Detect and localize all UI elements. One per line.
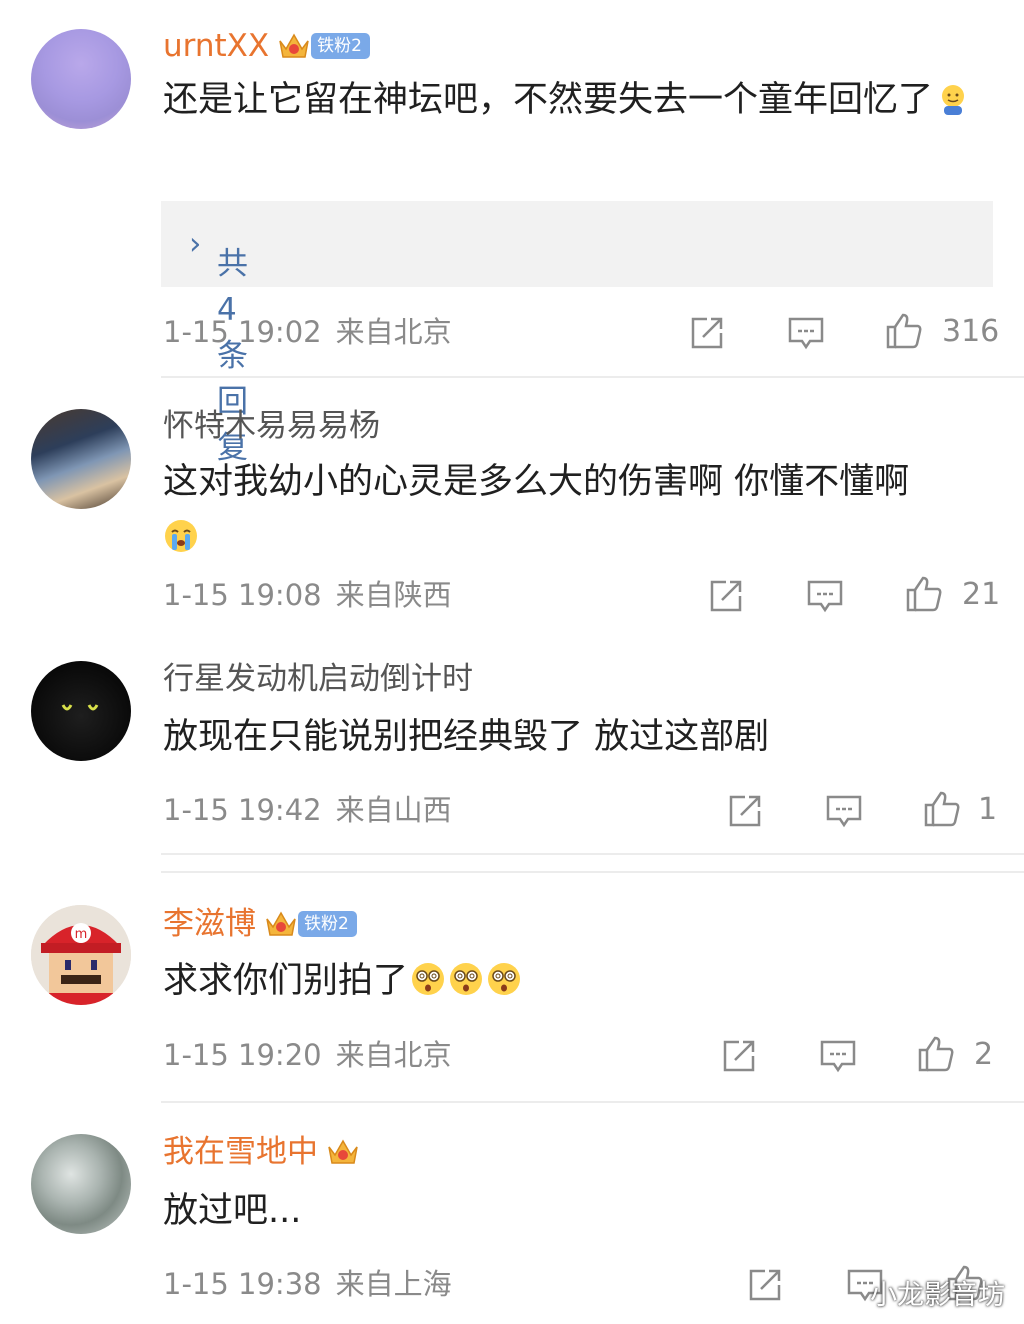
like-icon[interactable]: [884, 311, 924, 351]
comment-meta: 1-15 19:42 来自山西: [163, 788, 452, 832]
avatar[interactable]: [31, 1134, 131, 1234]
crown-icon: [266, 911, 296, 936]
avatar[interactable]: [31, 661, 131, 761]
comment-meta: 1-15 19:38 来自上海: [163, 1262, 452, 1306]
comment-icon[interactable]: [818, 1036, 858, 1076]
comment-text: 还是让它留在神坛吧，不然要失去一个童年回忆了: [163, 72, 993, 128]
divider: [161, 853, 1024, 855]
repost-icon[interactable]: [706, 576, 746, 616]
svg-text:m: m: [75, 927, 88, 942]
like-count: 316: [942, 314, 1000, 349]
location: 来自北京: [335, 1038, 452, 1072]
crying-emoji-icon: [165, 520, 197, 552]
repost-icon[interactable]: [687, 313, 727, 353]
comment-meta: 1-15 19:20 来自北京: [163, 1033, 452, 1077]
location: 来自山西: [335, 793, 452, 827]
comment-icon[interactable]: [805, 576, 845, 616]
dizzy-emoji-icon: [450, 963, 483, 995]
username[interactable]: 李滋博: [163, 902, 256, 946]
timestamp: 1-15 19:02: [163, 315, 322, 349]
divider: [161, 1101, 1024, 1103]
like-count: 2: [974, 1037, 994, 1072]
like-icon[interactable]: [904, 574, 944, 614]
divider: [161, 871, 1024, 873]
location: 来自上海: [335, 1267, 452, 1301]
username[interactable]: 怀特木易易易杨: [163, 404, 380, 448]
crown-icon: [328, 1139, 358, 1164]
fan-badge: 铁粉2: [311, 33, 370, 59]
watermark: 小龙影音坊: [870, 1280, 1005, 1311]
username[interactable]: 我在雪地中: [163, 1130, 318, 1174]
repost-icon[interactable]: [745, 1265, 785, 1305]
crown-icon: [279, 33, 309, 58]
username[interactable]: 行星发动机启动倒计时: [163, 657, 473, 701]
dizzy-emoji-icon: [412, 963, 445, 995]
sweat-smile-emoji-icon: [942, 85, 965, 115]
username[interactable]: urntXX: [163, 24, 269, 68]
location: 来自北京: [335, 315, 452, 349]
comment-text: 求求你们别拍了: [163, 953, 993, 1009]
divider: [161, 376, 1024, 378]
comment-text: 放过吧...: [163, 1191, 302, 1231]
avatar[interactable]: [31, 29, 131, 129]
comment-meta: 1-15 19:08 来自陕西: [163, 573, 452, 617]
mario-avatar-icon: m: [31, 905, 131, 1005]
like-count: 1: [978, 792, 998, 827]
like-icon[interactable]: [922, 789, 962, 829]
cat-eyes-icon: [61, 704, 99, 711]
comment-meta: 1-15 19:02 来自北京: [163, 310, 452, 354]
timestamp: 1-15 19:20: [163, 1038, 322, 1072]
comment-icon[interactable]: [786, 313, 826, 353]
avatar[interactable]: [31, 409, 131, 509]
comment-text: 放现在只能说别把经典毁了 放过这部剧: [163, 717, 770, 757]
timestamp: 1-15 19:42: [163, 793, 322, 827]
timestamp: 1-15 19:08: [163, 578, 322, 612]
timestamp: 1-15 19:38: [163, 1267, 322, 1301]
replies-link[interactable]: 共4条回复 ›: [161, 201, 993, 466]
avatar[interactable]: m: [31, 905, 131, 1005]
like-icon[interactable]: [916, 1034, 956, 1074]
repost-icon[interactable]: [719, 1036, 759, 1076]
comment-text: 这对我幼小的心灵是多么大的伤害啊 你懂不懂啊: [163, 454, 993, 566]
like-count: 21: [962, 577, 1001, 612]
dizzy-emoji-icon: [488, 963, 521, 995]
fan-badge: 铁粉2: [298, 911, 357, 937]
repost-icon[interactable]: [725, 791, 765, 831]
location: 来自陕西: [335, 578, 452, 612]
comment-icon[interactable]: [824, 791, 864, 831]
